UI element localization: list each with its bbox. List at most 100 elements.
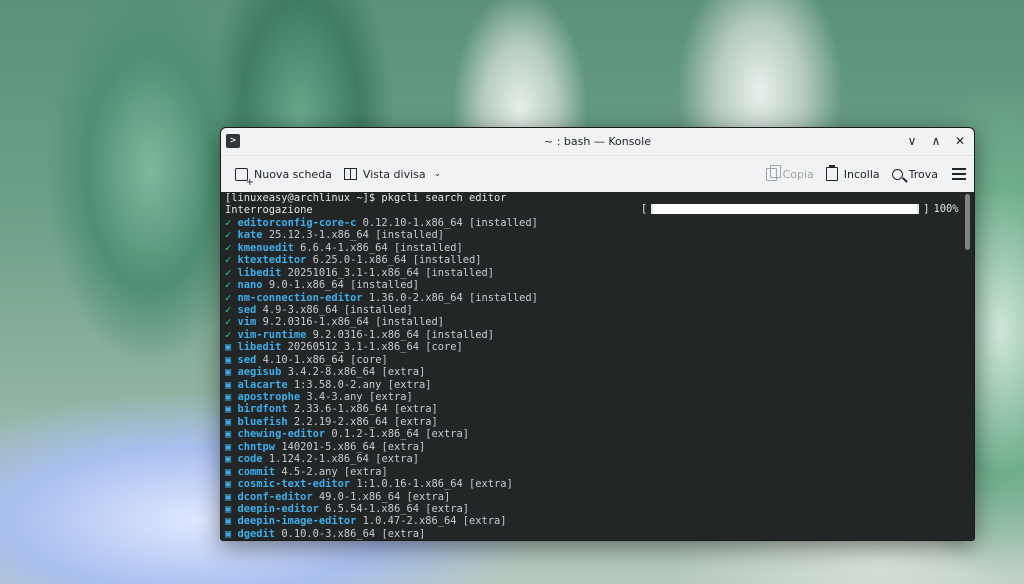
terminal-output[interactable]: [linuxeasy@archlinux ~]$ pkgcli search e… [221, 192, 974, 540]
package-name: sed [237, 303, 257, 316]
terminal-app-icon[interactable]: > [226, 134, 240, 148]
package-version: 3.4.2-8.x86_64 [287, 366, 376, 379]
progress-label: 100% [933, 203, 959, 215]
result-line: ▣ dgedit 0.10.0-3.x86_64 [extra] [225, 528, 970, 540]
package-version: 25.12.3-1.x86_64 [268, 229, 369, 242]
package-version: 9.0-1.x86_64 [268, 279, 344, 292]
new-tab-label: Nuova scheda [254, 167, 332, 181]
available-package-icon: ▣ [225, 515, 232, 528]
package-name: commit [237, 465, 276, 478]
available-package-icon: ▣ [225, 415, 232, 428]
package-name: alacarte [237, 378, 288, 391]
result-line: ▣ bluefish 2.2.19-2.x86_64 [extra] [225, 416, 970, 428]
installed-check-icon: ✓ [225, 328, 232, 341]
new-tab-icon [235, 167, 254, 188]
split-view-button[interactable]: Vista divisa ⌄ [338, 164, 447, 185]
available-package-icon: ▣ [225, 353, 232, 366]
title-bar[interactable]: > ~ : bash — Konsole ∨ ∧ ✕ [221, 128, 974, 156]
package-name: sed [237, 353, 257, 366]
package-repo: [extra] [375, 453, 419, 466]
package-name: chntpw [237, 440, 276, 453]
package-repo: [installed] [425, 266, 495, 279]
result-line: ▣ dconf-editor 49.0-1.x86_64 [extra] [225, 491, 970, 503]
available-package-icon: ▣ [225, 440, 232, 453]
package-repo: [installed] [375, 229, 445, 242]
result-line: ✓ ktexteditor 6.25.0-1.x86_64 [installed… [225, 254, 970, 266]
scrollbar[interactable] [965, 194, 970, 250]
find-label: Trova [908, 167, 938, 181]
result-line: ▣ sed 4.10-1.x86_64 [core] [225, 354, 970, 366]
result-line: ✓ nm-connection-editor 1.36.0-2.x86_64 [… [225, 292, 970, 304]
package-name: aegisub [237, 366, 282, 379]
result-line: ✓ editorconfig-core-c 0.12.10-1.x86_64 [… [225, 217, 970, 229]
available-package-icon: ▣ [225, 527, 232, 540]
available-package-icon: ▣ [225, 403, 232, 416]
package-version: 140201-5.x86_64 [281, 440, 376, 453]
package-name: ktexteditor [237, 254, 307, 267]
package-repo: [core] [425, 341, 463, 354]
available-package-icon: ▣ [225, 478, 232, 491]
installed-check-icon: ✓ [225, 229, 232, 242]
installed-check-icon: ✓ [225, 254, 232, 267]
result-line: ▣ aegisub 3.4.2-8.x86_64 [extra] [225, 366, 970, 378]
package-version: 1.124.2-1.x86_64 [268, 453, 369, 466]
hamburger-menu-button[interactable] [952, 165, 966, 183]
minimize-button[interactable]: ∨ [904, 132, 920, 150]
package-name: vim [237, 316, 257, 329]
available-package-icon: ▣ [225, 502, 232, 515]
package-repo: [extra] [425, 502, 470, 515]
result-line: ✓ vim 9.2.0316-1.x86_64 [installed] [225, 316, 970, 328]
package-name: kmenuedit [237, 241, 294, 254]
package-repo: [extra] [381, 440, 426, 453]
package-name: libedit [237, 341, 282, 354]
result-line: ▣ libedit 20260512_3.1-1.x86_64 [core] [225, 341, 970, 353]
package-name: chewing-editor [237, 428, 326, 441]
available-package-icon: ▣ [225, 453, 232, 466]
package-version: 1:1.0.16-1.x86_64 [356, 478, 463, 491]
package-repo: [core] [350, 353, 388, 366]
maximize-button[interactable]: ∧ [928, 132, 944, 150]
result-line: ▣ code 1.124.2-1.x86_64 [extra] [225, 453, 970, 465]
available-package-icon: ▣ [225, 341, 232, 354]
find-button[interactable]: Trova [886, 164, 944, 185]
paste-icon [825, 165, 838, 181]
package-version: 0.10.0-3.x86_64 [281, 527, 376, 540]
available-package-icon: ▣ [225, 366, 232, 379]
toolbar: Nuova scheda Vista divisa ⌄ Copia Incoll… [221, 156, 974, 193]
available-package-icon: ▣ [225, 391, 232, 403]
package-name: nano [237, 279, 263, 292]
close-button[interactable]: ✕ [952, 132, 968, 150]
package-version: 4.5-2.any [281, 465, 338, 478]
new-tab-button[interactable]: Nuova scheda [229, 164, 338, 188]
package-repo: [extra] [343, 465, 388, 478]
result-line: ▣ cosmic-text-editor 1:1.0.16-1.x86_64 [… [225, 478, 970, 490]
package-repo: [installed] [425, 328, 495, 341]
result-line: ▣ deepin-image-editor 1.0.47-2.x86_64 [e… [225, 515, 970, 527]
package-version: 49.0-1.x86_64 [318, 490, 401, 503]
package-version: 1:3.58.0-2.any [293, 378, 382, 391]
package-name: kate [237, 229, 263, 242]
package-repo: [extra] [387, 378, 432, 391]
search-icon [891, 168, 903, 180]
package-name: deepin-image-editor [237, 515, 357, 528]
installed-check-icon: ✓ [225, 291, 232, 304]
copy-button[interactable]: Copia [760, 164, 820, 185]
package-name: dgedit [237, 527, 276, 540]
konsole-window: > ~ : bash — Konsole ∨ ∧ ✕ Nuova scheda … [220, 127, 975, 541]
package-version: 4.10-1.x86_64 [262, 353, 344, 366]
package-repo: [extra] [381, 527, 426, 540]
progress-indicator: [ ] 100% [641, 203, 959, 215]
package-name: vim-runtime [237, 328, 307, 341]
installed-check-icon: ✓ [225, 279, 232, 292]
result-line: ✓ kate 25.12.3-1.x86_64 [installed] [225, 229, 970, 241]
available-package-icon: ▣ [225, 428, 232, 441]
paste-button[interactable]: Incolla [820, 163, 886, 185]
package-name: birdfont [237, 403, 288, 416]
result-line: ✓ kmenuedit 6.6.4-1.x86_64 [installed] [225, 242, 970, 254]
package-repo: [installed] [375, 316, 445, 329]
package-repo: [installed] [350, 279, 419, 292]
installed-check-icon: ✓ [225, 266, 232, 279]
package-version: 4.9-3.x86_64 [262, 303, 338, 316]
available-package-icon: ▣ [225, 490, 232, 503]
package-version: 2.33.6-1.x86_64 [293, 403, 388, 416]
